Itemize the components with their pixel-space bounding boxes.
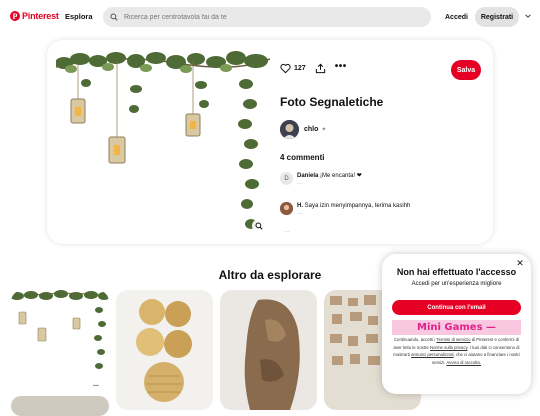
pin-title: Foto Segnaletiche	[280, 95, 384, 109]
comment: H. Saya izin menyimpannya, terima kasihh…	[280, 202, 410, 216]
top-bar: P Pinterest Esplora Accedi Registrati	[0, 0, 540, 34]
comment-meta[interactable]: ...	[297, 180, 362, 186]
pin-image[interactable]	[55, 49, 271, 235]
signup-button[interactable]: Registrati	[475, 7, 519, 27]
lens-icon	[255, 222, 263, 230]
legal-text-part: Continuando, accetti i	[393, 337, 437, 342]
explore-pin-sculpture-graphic	[244, 299, 300, 410]
comment-meta[interactable]: ...	[297, 210, 410, 216]
pin-actions: 127 •••	[280, 61, 347, 74]
continue-with-email-button[interactable]: Continua con l'email	[392, 300, 521, 315]
comment-user[interactable]: Daniela	[297, 173, 318, 179]
login-prompt-modal: ✕ Non hai effettuato l'accesso Accedi pe…	[382, 254, 531, 394]
avatar[interactable]	[280, 120, 299, 139]
heart-icon[interactable]	[280, 63, 291, 74]
chevron-down-icon[interactable]	[525, 13, 531, 19]
comment-user[interactable]: H.	[297, 203, 303, 209]
sparkle-icon: ✦	[321, 127, 327, 133]
comment: D Daniela ¡Me encanta! ❤ ...	[280, 172, 362, 186]
search-input[interactable]	[124, 13, 414, 21]
pinterest-logo-icon: P	[10, 11, 20, 21]
explore-pin-garland-graphic	[11, 290, 109, 369]
author[interactable]: chlo ✦	[280, 120, 326, 139]
save-button[interactable]: Salva	[451, 60, 481, 80]
search-bar[interactable]	[103, 7, 431, 27]
login-button[interactable]: Accedi	[439, 9, 474, 25]
explore-pin-sculpture[interactable]	[220, 290, 317, 410]
ad-banner-text: Mini Games —	[417, 322, 496, 333]
more-options-icon[interactable]: •••	[335, 61, 347, 72]
modal-subtitle: Accedi per un'esperienza migliore	[411, 281, 502, 287]
pin-detail-card: 127 ••• Salva Foto Segnaletiche chlo ✦ 4…	[47, 40, 493, 244]
comment-avatar[interactable]	[280, 202, 293, 215]
pin-image-graphic	[55, 51, 271, 229]
author-name[interactable]: chlo	[304, 126, 318, 133]
personalized-ads-link[interactable]: annunci personalizzati	[411, 352, 454, 357]
collection-notice-link[interactable]: Avviso di raccolta.	[446, 360, 481, 365]
explore-pin-garland[interactable]	[11, 290, 109, 376]
legal-text: Continuando, accetti i Termini di serviz…	[392, 336, 521, 366]
privacy-link[interactable]: Norme sulla privacy	[430, 345, 467, 350]
comment-text: Saya izin menyimpannya, terima kasihh	[304, 203, 411, 209]
search-icon	[110, 13, 118, 21]
terms-link[interactable]: Termini di servizio	[436, 337, 470, 342]
share-icon[interactable]	[315, 63, 326, 74]
avatar-graphic	[280, 120, 299, 139]
ad-banner[interactable]: Mini Games —	[392, 320, 521, 335]
visual-search-button[interactable]	[252, 219, 266, 233]
pinterest-logo[interactable]: P Pinterest	[10, 11, 59, 21]
explore-pin-balloons-graphic	[136, 299, 192, 402]
explore-pin-more-icon[interactable]: ...	[93, 381, 99, 388]
explore-pin[interactable]	[11, 396, 109, 416]
comments-heading[interactable]: 4 commenti	[280, 153, 324, 162]
more-comments[interactable]: ...	[284, 228, 289, 234]
comment-avatar-graphic	[280, 202, 293, 215]
like-count: 127	[294, 65, 306, 72]
logo-text: Pinterest	[22, 11, 59, 21]
modal-title: Non hai effettuato l'accesso	[396, 267, 517, 277]
explore-link[interactable]: Esplora	[65, 12, 93, 21]
comment-avatar[interactable]: D	[280, 172, 293, 185]
comment-text: ¡Me encanta! ❤	[320, 173, 362, 179]
explore-pin-balloons[interactable]	[116, 290, 213, 410]
